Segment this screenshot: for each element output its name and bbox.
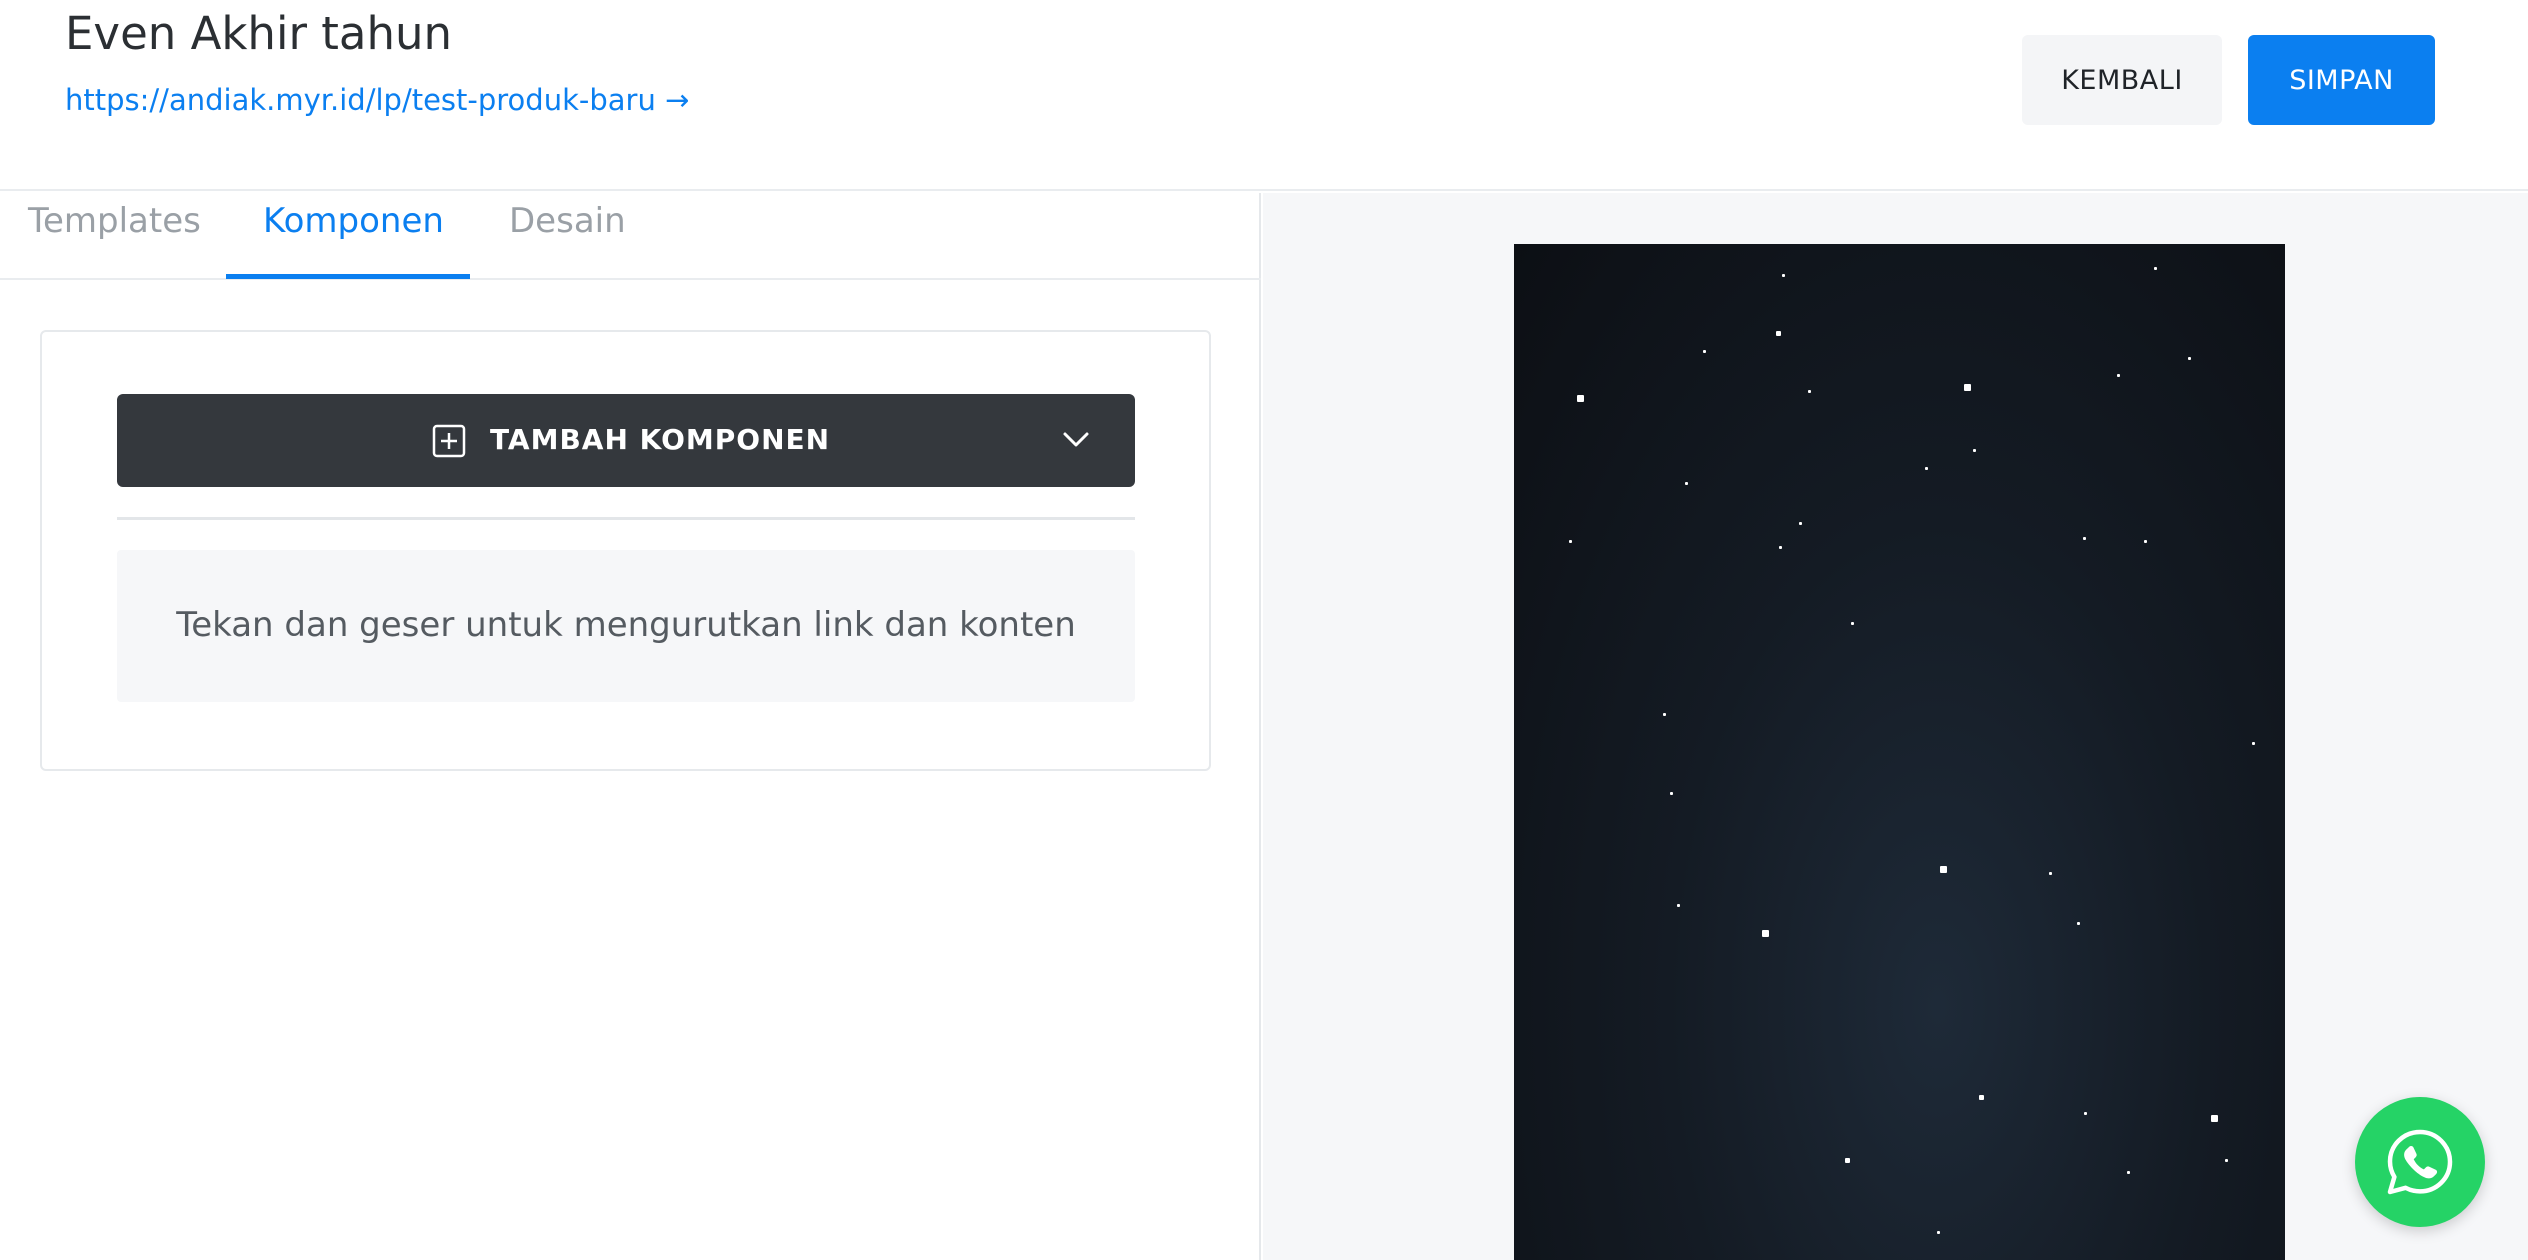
preview-star [2144, 540, 2147, 543]
page-title: Even Akhir tahun [65, 7, 453, 60]
preview-star [1685, 482, 1688, 485]
preview-star [1670, 792, 1673, 795]
preview-star [1845, 1158, 1850, 1163]
page-url-link[interactable]: https://andiak.myr.id/lp/test-produk-bar… [65, 82, 689, 118]
tab-templates[interactable]: Templates [28, 193, 201, 280]
preview-star [1808, 390, 1811, 393]
preview-star [1851, 622, 1854, 625]
sort-hint-text: Tekan dan geser untuk mengurutkan link d… [176, 605, 1076, 645]
preview-star [2083, 537, 2086, 540]
preview-star [1762, 930, 1769, 937]
preview-star [2117, 374, 2120, 377]
preview-star [1577, 395, 1584, 402]
preview-star [1569, 540, 1572, 543]
preview-star [1979, 1095, 1984, 1100]
preview-area [1263, 193, 2528, 1260]
add-component-label: TAMBAH KOMPONEN [490, 423, 831, 456]
add-component-button[interactable]: TAMBAH KOMPONEN [117, 394, 1135, 487]
preview-star [1782, 274, 1785, 277]
divider [117, 517, 1135, 520]
page-preview[interactable] [1514, 244, 2285, 1260]
tab-komponen[interactable]: Komponen [263, 193, 444, 280]
preview-star [1973, 449, 1976, 452]
preview-star [1925, 467, 1928, 470]
editor-panel: Templates Komponen Desain TAMBAH KOMPONE… [0, 193, 1261, 1260]
tab-desain[interactable]: Desain [509, 193, 626, 280]
preview-star [2211, 1115, 2218, 1122]
preview-star [2049, 872, 2052, 875]
preview-star [2188, 357, 2191, 360]
page-header: Even Akhir tahun https://andiak.myr.id/l… [0, 0, 2528, 191]
preview-star [2127, 1171, 2130, 1174]
preview-star [2252, 742, 2255, 745]
preview-star [1776, 331, 1781, 336]
chevron-down-icon [1063, 432, 1089, 447]
preview-star [1663, 713, 1666, 716]
plus-square-icon [432, 424, 466, 458]
component-list-dropzone[interactable]: Tekan dan geser untuk mengurutkan link d… [117, 550, 1135, 702]
preview-star [1779, 546, 1782, 549]
preview-star [2077, 922, 2080, 925]
preview-star [1677, 904, 1680, 907]
active-tab-indicator [226, 274, 470, 279]
tab-bar: Templates Komponen Desain [0, 193, 1261, 280]
preview-star [1703, 350, 1706, 353]
preview-star [1964, 384, 1971, 391]
components-card: TAMBAH KOMPONEN Tekan dan geser untuk me… [40, 330, 1211, 771]
preview-star [1940, 866, 1947, 873]
preview-star [2225, 1159, 2228, 1162]
preview-star [2154, 267, 2157, 270]
save-button[interactable]: SIMPAN [2248, 35, 2435, 125]
preview-star [2084, 1112, 2087, 1115]
back-button[interactable]: KEMBALI [2022, 35, 2222, 125]
whatsapp-button[interactable] [2355, 1097, 2485, 1227]
preview-star [1937, 1231, 1940, 1234]
whatsapp-icon [2387, 1129, 2453, 1195]
preview-star [1799, 522, 1802, 525]
